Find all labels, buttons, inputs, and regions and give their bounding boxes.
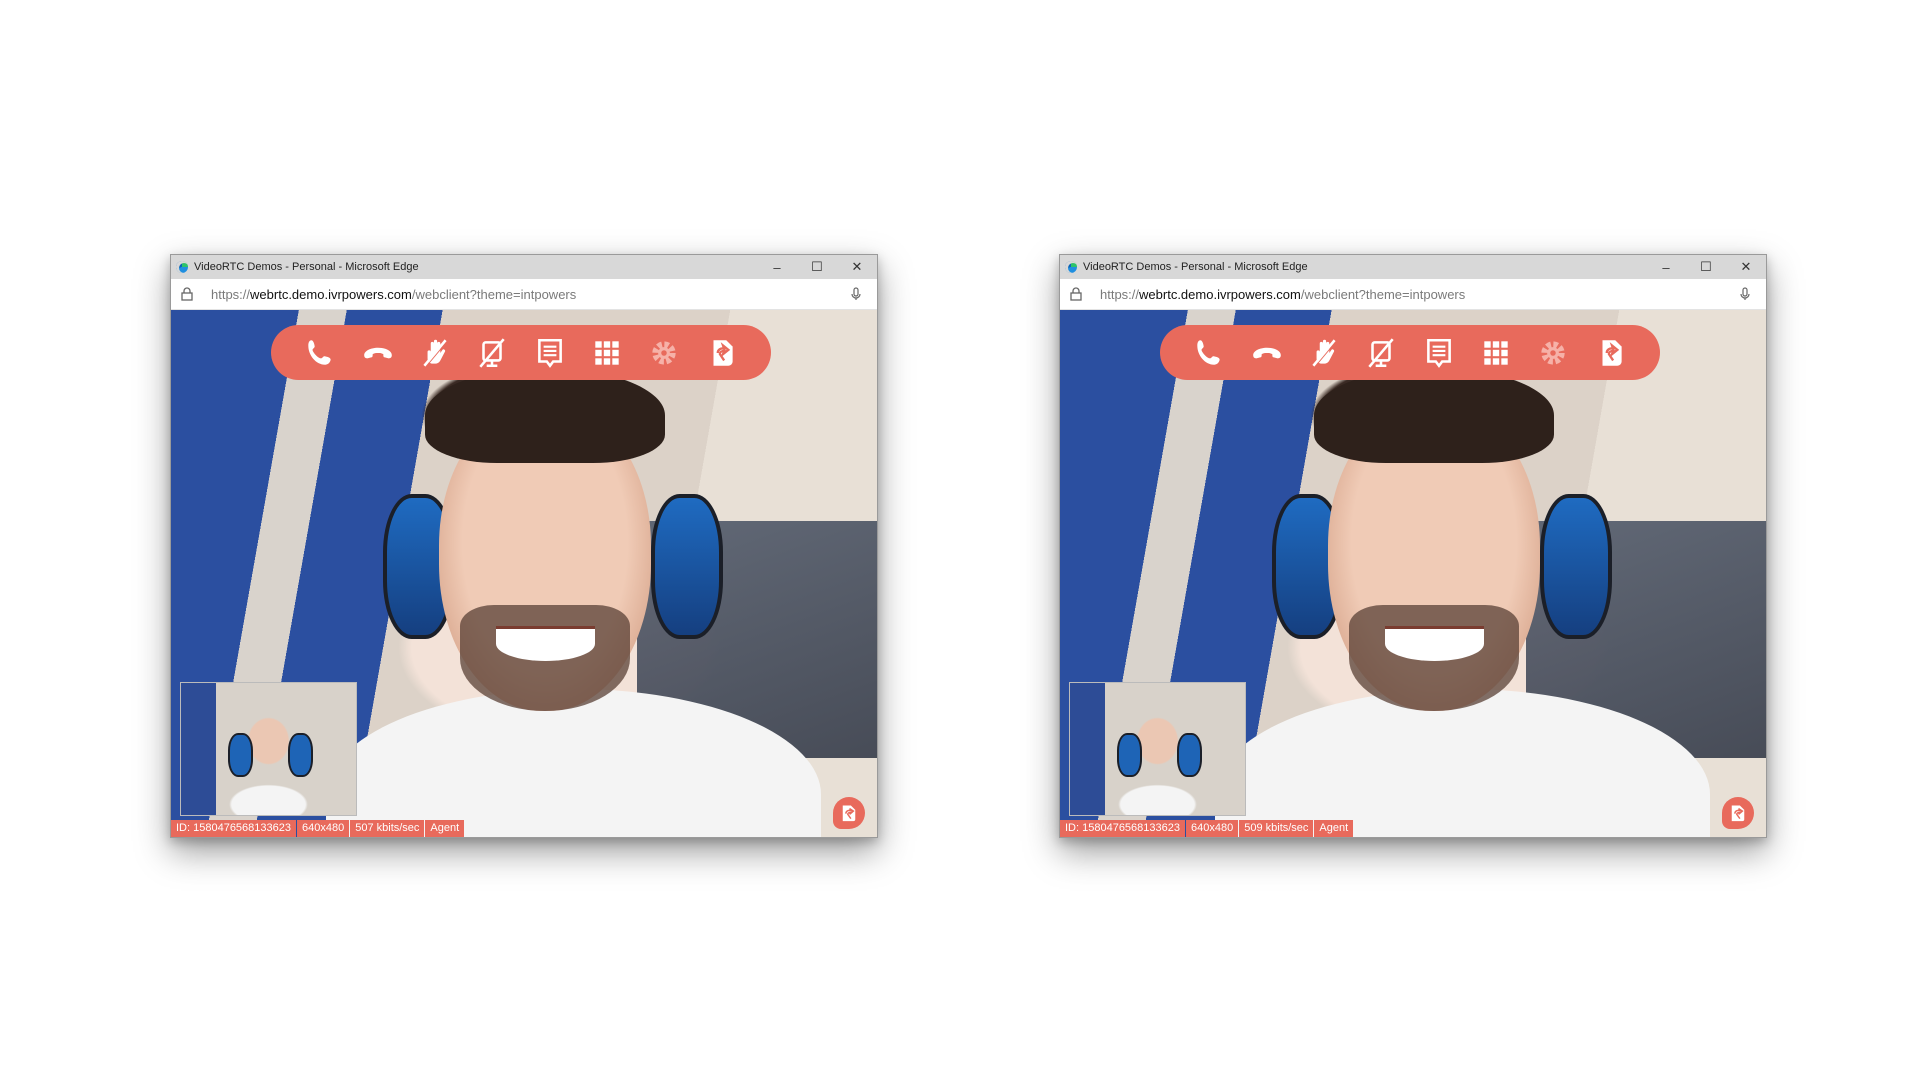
- lock-icon: [1070, 287, 1092, 301]
- bitrate: 509 kbits/sec: [1239, 820, 1314, 837]
- brand-corner-button[interactable]: [833, 797, 865, 829]
- role-badge: Agent: [425, 820, 465, 837]
- browser-window-right: VideoRTC Demos - Personal - Microsoft Ed…: [1059, 254, 1767, 838]
- session-id: ID: 1580476568133623: [1060, 820, 1185, 837]
- headset-right: [651, 494, 723, 640]
- local-video-preview[interactable]: [180, 682, 357, 816]
- lock-icon: [181, 287, 203, 301]
- hangup-icon[interactable]: [1247, 333, 1287, 373]
- address-bar[interactable]: https://webrtc.demo.ivrpowers.com/webcli…: [1060, 279, 1766, 310]
- resolution: 640x480: [297, 820, 350, 837]
- chat-icon[interactable]: [530, 333, 570, 373]
- bitrate: 507 kbits/sec: [350, 820, 425, 837]
- call-toolbar: [271, 325, 771, 380]
- browser-window-left: VideoRTC Demos - Personal - Microsoft Ed…: [170, 254, 878, 838]
- title-bar: VideoRTC Demos - Personal - Microsoft Ed…: [171, 255, 877, 279]
- brand-corner-button[interactable]: [1722, 797, 1754, 829]
- call-toolbar: [1160, 325, 1660, 380]
- minimize-button[interactable]: –: [1646, 255, 1686, 279]
- microphone-icon[interactable]: [845, 287, 867, 301]
- logo-icon[interactable]: [1591, 333, 1631, 373]
- video-muted-icon[interactable]: [1361, 333, 1401, 373]
- window-title: VideoRTC Demos - Personal - Microsoft Ed…: [194, 261, 419, 273]
- settings-icon[interactable]: [644, 333, 684, 373]
- edge-browser-icon: [1065, 261, 1077, 273]
- close-button[interactable]: ✕: [837, 255, 877, 279]
- status-bar: ID: 1580476568133623 640x480 507 kbits/s…: [171, 820, 465, 837]
- hand-muted-icon[interactable]: [415, 333, 455, 373]
- role-badge: Agent: [1314, 820, 1354, 837]
- hangup-icon[interactable]: [358, 333, 398, 373]
- local-video-preview[interactable]: [1069, 682, 1246, 816]
- close-button[interactable]: ✕: [1726, 255, 1766, 279]
- window-title: VideoRTC Demos - Personal - Microsoft Ed…: [1083, 261, 1308, 273]
- hand-muted-icon[interactable]: [1304, 333, 1344, 373]
- status-bar: ID: 1580476568133623 640x480 509 kbits/s…: [1060, 820, 1354, 837]
- video-muted-icon[interactable]: [472, 333, 512, 373]
- maximize-button[interactable]: ☐: [797, 255, 837, 279]
- headset-right: [1540, 494, 1612, 640]
- microphone-icon[interactable]: [1734, 287, 1756, 301]
- maximize-button[interactable]: ☐: [1686, 255, 1726, 279]
- call-icon[interactable]: [300, 333, 340, 373]
- resolution: 640x480: [1186, 820, 1239, 837]
- dialpad-icon[interactable]: [587, 333, 627, 373]
- title-bar: VideoRTC Demos - Personal - Microsoft Ed…: [1060, 255, 1766, 279]
- minimize-button[interactable]: –: [757, 255, 797, 279]
- logo-icon[interactable]: [702, 333, 742, 373]
- url-text[interactable]: https://webrtc.demo.ivrpowers.com/webcli…: [211, 287, 845, 302]
- dialpad-icon[interactable]: [1476, 333, 1516, 373]
- chat-icon[interactable]: [1419, 333, 1459, 373]
- remote-video: ID: 1580476568133623 640x480 509 kbits/s…: [1060, 310, 1766, 837]
- settings-icon[interactable]: [1533, 333, 1573, 373]
- address-bar[interactable]: https://webrtc.demo.ivrpowers.com/webcli…: [171, 279, 877, 310]
- edge-browser-icon: [176, 261, 188, 273]
- remote-video: ID: 1580476568133623 640x480 507 kbits/s…: [171, 310, 877, 837]
- session-id: ID: 1580476568133623: [171, 820, 296, 837]
- call-icon[interactable]: [1189, 333, 1229, 373]
- url-text[interactable]: https://webrtc.demo.ivrpowers.com/webcli…: [1100, 287, 1734, 302]
